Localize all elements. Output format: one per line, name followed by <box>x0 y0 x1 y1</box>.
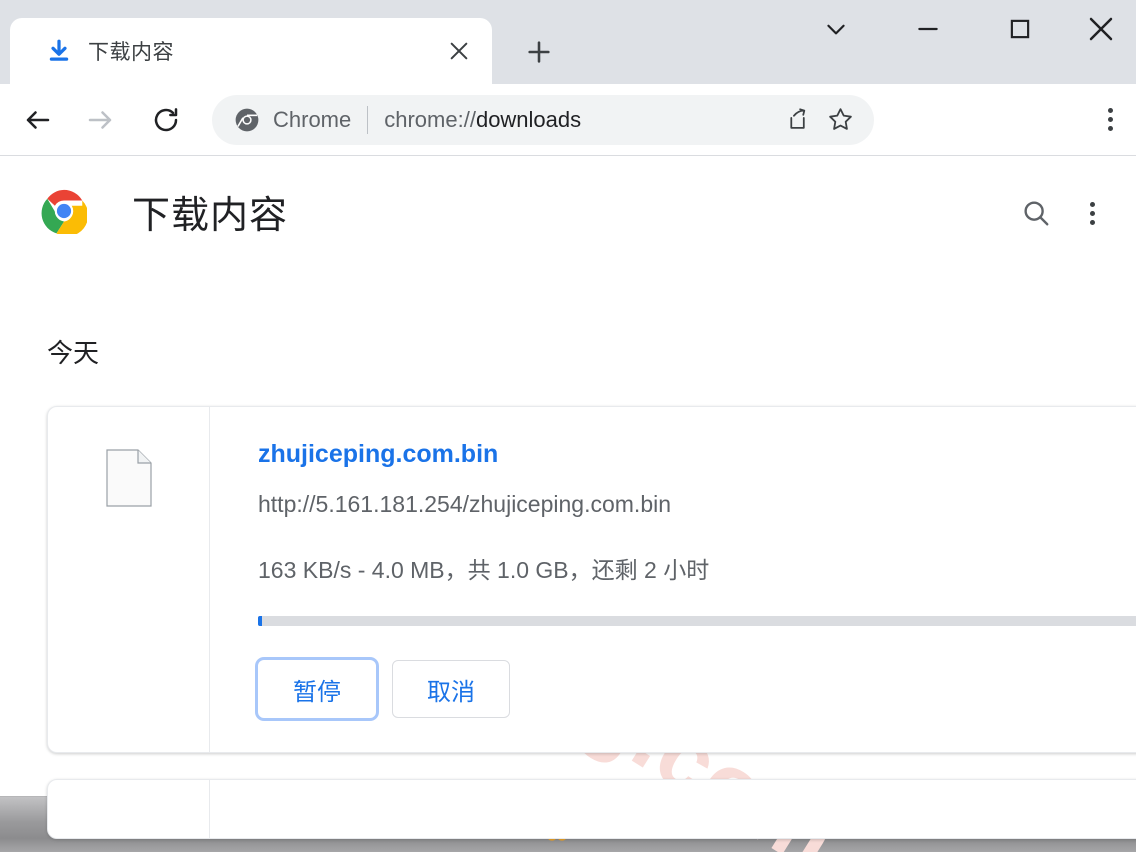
share-icon[interactable] <box>776 100 816 140</box>
download-source-url: http://5.161.181.254/zhujiceping.com.bin <box>258 491 672 517</box>
download-icon-column <box>48 407 210 753</box>
omnibox-scope-label: Chrome <box>273 106 352 132</box>
downloads-menu-button[interactable] <box>1064 187 1120 239</box>
chrome-logo-icon <box>41 188 89 237</box>
tab-search-button[interactable] <box>790 0 882 58</box>
browser-window: 下载内容 Chrome chrome://downloads 下载内容 今天 z… <box>0 0 1136 852</box>
browser-toolbar: Chrome chrome://downloads <box>0 84 1136 156</box>
generic-file-icon <box>105 449 152 507</box>
download-icon <box>46 38 72 64</box>
download-progress-fill <box>258 616 262 627</box>
download-file-name-link[interactable]: zhujiceping.com.bin <box>258 439 498 469</box>
download-action-buttons: 暂停 取消 <box>258 660 1136 719</box>
url-path: downloads <box>475 106 582 132</box>
new-tab-button[interactable] <box>515 30 563 74</box>
browser-menu-button[interactable] <box>1090 98 1130 142</box>
reload-icon[interactable] <box>142 96 190 144</box>
download-item-card: zhujiceping.com.bin http://5.161.181.254… <box>47 406 1136 754</box>
download-progress-bar <box>258 616 1136 627</box>
downloads-header: 下载内容 <box>0 157 1136 265</box>
forward-arrow-icon <box>76 96 124 144</box>
pause-button[interactable]: 暂停 <box>258 660 376 719</box>
chrome-monochrome-icon <box>234 107 260 133</box>
downloads-page: zhujiceping.com 下载内容 <box>0 157 1136 852</box>
tab-title: 下载内容 <box>88 41 174 64</box>
omnibox-separator <box>367 105 369 134</box>
page-title: 下载内容 <box>132 194 289 237</box>
close-window-button[interactable] <box>1066 0 1136 58</box>
downloads-header-actions <box>1008 187 1120 239</box>
search-icon[interactable] <box>1008 187 1064 239</box>
url-scheme: chrome:// <box>384 106 476 132</box>
window-controls <box>790 0 1136 58</box>
download-item-body <box>210 780 1136 838</box>
star-icon[interactable] <box>820 100 860 140</box>
maximize-button[interactable] <box>974 0 1066 58</box>
three-dot-menu-icon <box>1107 108 1113 131</box>
cancel-button[interactable]: 取消 <box>392 660 510 719</box>
section-label-today: 今天 <box>47 338 100 368</box>
tab-close-icon[interactable] <box>444 36 474 66</box>
omnibox[interactable]: Chrome chrome://downloads <box>212 94 874 145</box>
download-item-card-partial[interactable] <box>47 779 1136 840</box>
three-dot-menu-icon <box>1089 201 1095 225</box>
tab-strip: 下载内容 <box>0 0 1136 84</box>
back-arrow-icon[interactable] <box>14 96 62 144</box>
download-status-text: 163 KB/s - 4.0 MB，共 1.0 GB，还剩 2 小时 <box>258 556 710 583</box>
download-icon-column <box>48 780 210 839</box>
omnibox-url[interactable]: chrome://downloads <box>384 107 772 133</box>
minimize-button[interactable] <box>882 0 974 58</box>
download-item-body: zhujiceping.com.bin http://5.161.181.254… <box>210 407 1136 752</box>
tab-downloads[interactable]: 下载内容 <box>10 18 492 84</box>
